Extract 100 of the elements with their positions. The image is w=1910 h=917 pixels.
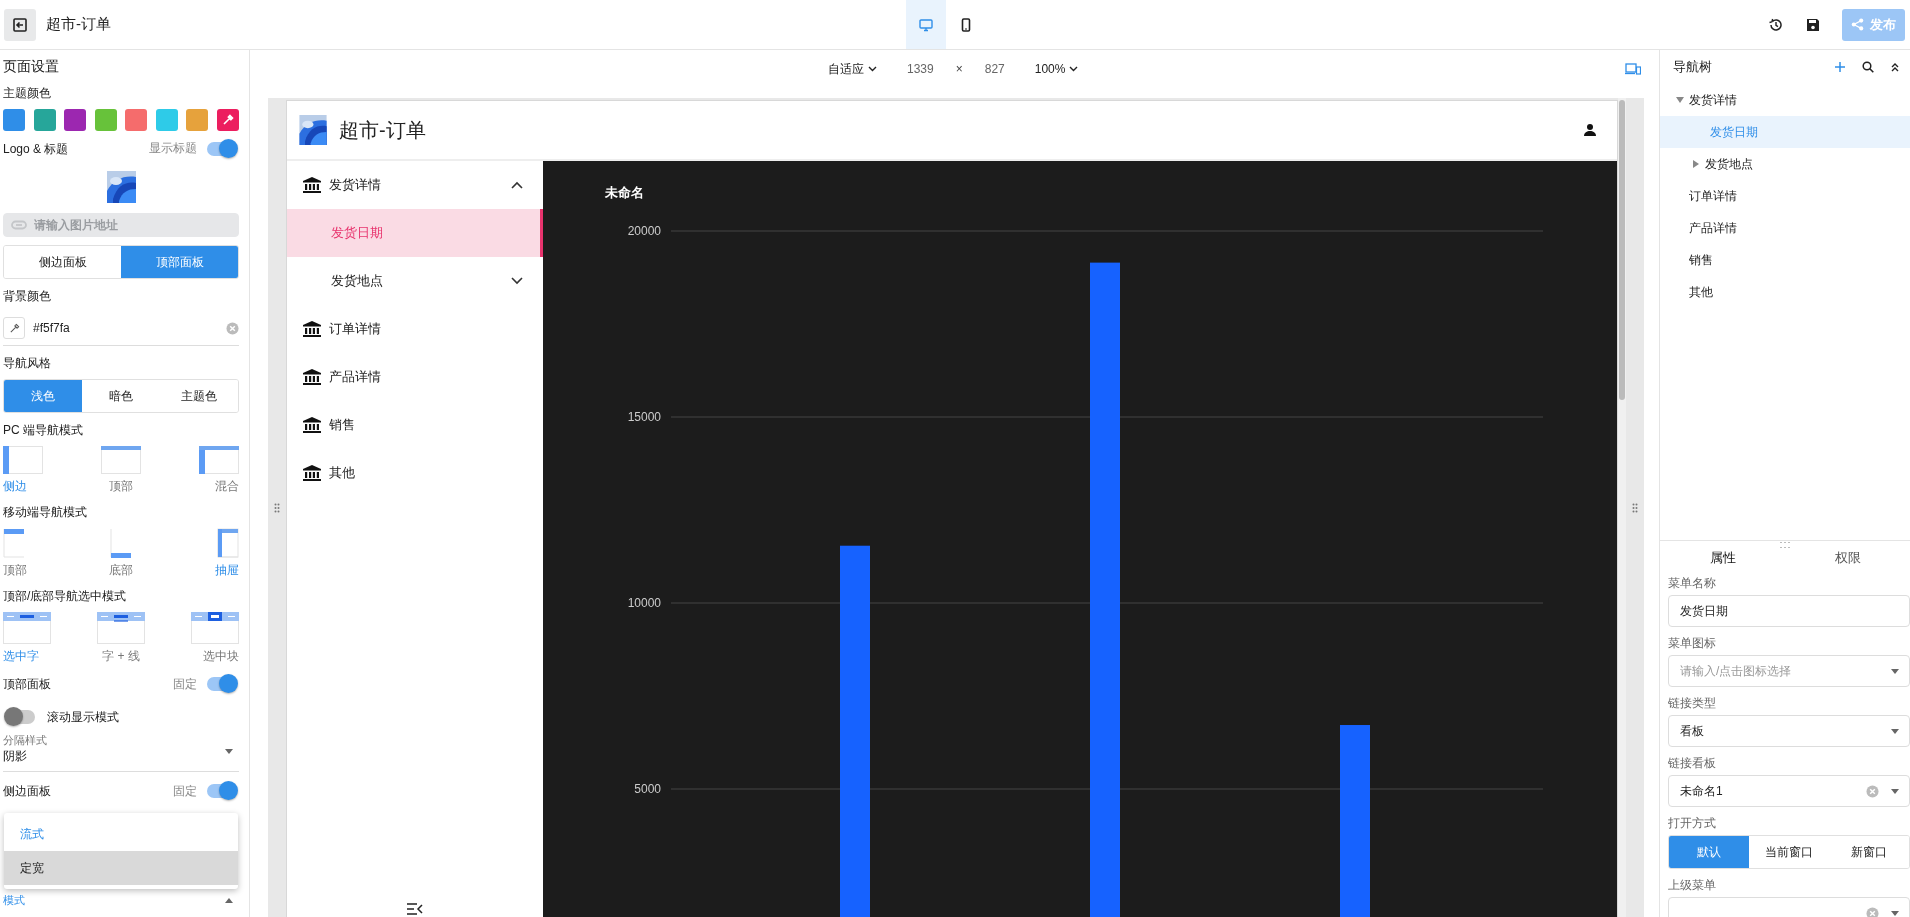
- save-icon[interactable]: [1806, 17, 1820, 32]
- back-button[interactable]: [4, 8, 36, 41]
- tree-item[interactable]: 订单详情: [1660, 180, 1910, 212]
- section-label: 主题颜色: [3, 85, 52, 101]
- width-value[interactable]: 1339: [907, 62, 934, 76]
- select-field[interactable]: 看板: [1668, 715, 1910, 747]
- toggle-switch[interactable]: [207, 784, 235, 798]
- clear-icon[interactable]: [1866, 906, 1879, 917]
- layout-thumbnail[interactable]: [191, 612, 239, 644]
- section-label: Logo & 标题: [3, 140, 69, 157]
- resize-handle-icon[interactable]: [1779, 541, 1791, 549]
- layout-thumbnail[interactable]: [110, 528, 132, 558]
- tree-item[interactable]: 产品详情: [1660, 212, 1910, 244]
- option-label: 顶部: [3, 562, 27, 579]
- user-icon[interactable]: [1583, 123, 1597, 137]
- height-value[interactable]: 827: [984, 62, 1005, 76]
- chevron-down-icon: [1069, 66, 1079, 72]
- field-label: 打开方式: [1668, 815, 1717, 832]
- color-swatch[interactable]: [33, 109, 56, 131]
- option-label: 侧边: [3, 478, 27, 495]
- option-label: 选中块: [203, 648, 239, 665]
- color-swatch[interactable]: [155, 109, 178, 131]
- toggle-switch[interactable]: [7, 710, 35, 724]
- layout-thumbnail[interactable]: [199, 446, 239, 474]
- menu-item[interactable]: 其他: [287, 449, 543, 497]
- bank-icon: [303, 177, 321, 193]
- drag-handle-icon[interactable]: [274, 502, 280, 513]
- chevron-down-icon: [868, 66, 877, 72]
- dropdown-option[interactable]: 流式: [4, 817, 238, 851]
- select-field[interactable]: 未命名1: [1668, 775, 1910, 807]
- text-field[interactable]: 发货日期: [1668, 595, 1910, 627]
- layout-thumbnail[interactable]: [217, 528, 239, 558]
- layout-thumbnail[interactable]: [3, 528, 25, 558]
- property-tab[interactable]: 权限: [1785, 549, 1910, 567]
- fit-dropdown[interactable]: 自适应: [828, 60, 877, 78]
- color-swatch[interactable]: [3, 109, 25, 131]
- submenu-item[interactable]: 发货地点: [287, 257, 543, 305]
- history-icon[interactable]: [1768, 16, 1784, 33]
- color-swatch[interactable]: [64, 109, 87, 131]
- phone-icon: [959, 17, 973, 32]
- eyedropper-icon: [221, 114, 234, 126]
- color-swatch[interactable]: [186, 109, 209, 131]
- triangle-right-icon: [1692, 160, 1700, 168]
- toggle-label: 固定: [173, 675, 197, 693]
- section-label: 导航风格: [3, 355, 52, 371]
- layout-thumbnail[interactable]: [3, 612, 51, 644]
- color-swatch[interactable]: [125, 109, 148, 131]
- option-label: 字 + 线: [102, 648, 140, 665]
- tree-item[interactable]: 发货详情: [1660, 84, 1910, 116]
- clear-icon[interactable]: [226, 321, 239, 335]
- option-label: 抽屉: [215, 562, 239, 579]
- color-swatch[interactable]: [94, 109, 117, 131]
- caret-icon: [1891, 910, 1899, 916]
- panel-title: 页面设置: [3, 58, 60, 76]
- caret-icon: [225, 749, 233, 754]
- search-icon[interactable]: [1862, 61, 1874, 73]
- caret-icon[interactable]: [225, 898, 233, 903]
- caret-icon: [1891, 728, 1899, 734]
- collapse-all-icon[interactable]: [1890, 62, 1900, 72]
- toggle-label: 显示标题: [149, 140, 197, 157]
- dropdown-option[interactable]: 定宽: [4, 851, 238, 885]
- collapse-menu-icon[interactable]: [407, 903, 423, 915]
- axis-tick-label: 20000: [627, 224, 661, 238]
- menu-item[interactable]: 产品详情: [287, 353, 543, 401]
- menu-item[interactable]: 订单详情: [287, 305, 543, 353]
- menu-item[interactable]: 发货详情: [287, 161, 543, 209]
- exit-icon: [13, 17, 27, 32]
- field-label: 模式: [3, 893, 25, 908]
- toggle-switch[interactable]: [207, 677, 235, 691]
- layout-thumbnail[interactable]: [101, 446, 141, 474]
- clear-icon[interactable]: [1866, 784, 1879, 798]
- devices-icon[interactable]: [1625, 63, 1641, 75]
- chevron-up-icon: [511, 181, 523, 189]
- field-label: 上级菜单: [1668, 877, 1717, 894]
- layout-thumbnail[interactable]: [3, 446, 43, 474]
- layout-thumbnail[interactable]: [97, 612, 145, 644]
- section-label: 移动端导航模式: [3, 504, 88, 520]
- tree-item[interactable]: 发货地点: [1660, 148, 1910, 180]
- eyedropper-icon: [8, 322, 20, 334]
- zoom-dropdown[interactable]: 100%: [1034, 62, 1079, 76]
- tree-item[interactable]: 其他: [1660, 276, 1910, 308]
- axis-tick-label: 15000: [627, 410, 661, 424]
- option-label: 顶部: [109, 478, 133, 495]
- axis-tick-label: 10000: [627, 596, 661, 610]
- bank-icon: [303, 465, 321, 481]
- custom-color-button[interactable]: [216, 109, 239, 131]
- section-label: 背景颜色: [3, 288, 52, 304]
- toggle-switch[interactable]: [207, 141, 235, 156]
- color-picker-button[interactable]: [3, 317, 25, 339]
- menu-item[interactable]: 销售: [287, 401, 543, 449]
- bank-icon: [303, 369, 321, 385]
- monitor-icon: [919, 17, 933, 32]
- toggle-label: 滚动显示模式: [47, 709, 119, 725]
- plus-icon[interactable]: [1834, 61, 1846, 73]
- drag-handle-icon[interactable]: [1632, 502, 1638, 513]
- toggle-label: 固定: [173, 782, 197, 800]
- property-tab[interactable]: 属性: [1660, 549, 1785, 567]
- divider-style-select[interactable]: 分隔样式 阴影: [3, 733, 239, 772]
- tree-item[interactable]: 销售: [1660, 244, 1910, 276]
- field-label: 菜单图标: [1668, 635, 1717, 652]
